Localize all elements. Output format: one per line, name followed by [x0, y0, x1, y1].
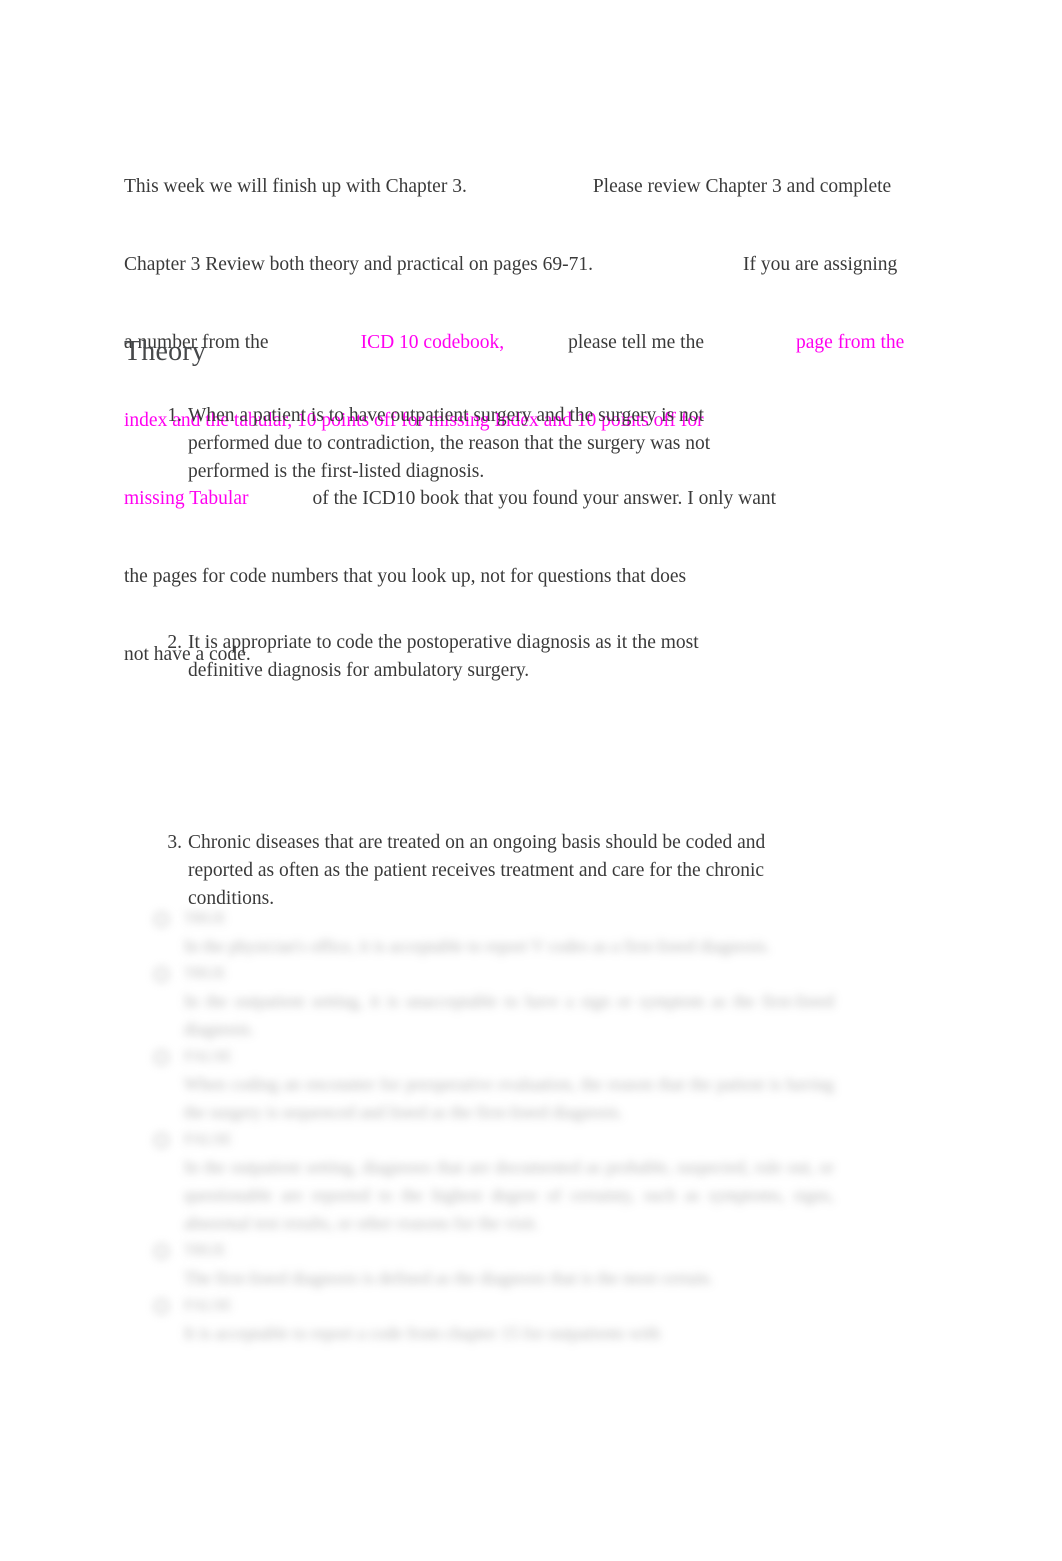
question-item-3: 3. Chronic diseases that are treated on …: [152, 829, 772, 913]
question-item-2: 2. It is appropriate to code the postope…: [152, 629, 772, 685]
intro-line-1-a: This week we will finish up with Chapter…: [124, 176, 467, 197]
intro-line-1-b: Please review Chapter 3 and complete: [592, 176, 892, 197]
option-row: In the outpatient setting, diagnoses tha…: [124, 1153, 884, 1237]
option-body: In the outpatient setting, diagnoses tha…: [184, 1157, 834, 1233]
intro-line-3: a number from the ICD 10 codebook, please …: [124, 330, 904, 356]
radio-icon: [154, 912, 169, 927]
option-row: FALSE: [124, 1126, 884, 1153]
intro-highlight-missing-tabular: missing Tabular: [124, 488, 249, 509]
option-label: FALSE: [184, 1048, 232, 1065]
option-row: When coding an encounter for preoperativ…: [124, 1070, 884, 1126]
question-number-3: 3.: [167, 832, 182, 853]
option-row: It is acceptable to report a code from c…: [124, 1319, 884, 1347]
option-body: In the physician's office, it is accepta…: [184, 936, 771, 956]
option-row: FALSE: [124, 1292, 884, 1319]
intro-line-5: missing Tabular of the ICD10 book that yo…: [124, 486, 884, 512]
question-number-1: 1.: [167, 405, 182, 426]
radio-icon: [154, 1050, 169, 1065]
intro-highlight-page-from-the: page from the: [796, 332, 905, 353]
option-row: TRUE: [124, 1237, 884, 1264]
obscured-answer-options: TRUE In the physician's office, it is ac…: [124, 905, 884, 1470]
option-label: TRUE: [184, 1242, 226, 1259]
intro-line-5-b: of the ICD10 book that you found your an…: [312, 488, 777, 509]
option-row: TRUE: [124, 960, 884, 987]
option-body: When coding an encounter for preoperativ…: [184, 1074, 834, 1122]
option-body: It is acceptable to report a code from c…: [184, 1323, 661, 1343]
radio-icon: [154, 1133, 169, 1148]
intro-line-6: the pages for code numbers that you look…: [124, 566, 687, 587]
radio-icon: [154, 1244, 169, 1259]
radio-icon: [154, 1299, 169, 1314]
option-row: The first-listed diagnosis is defined as…: [124, 1264, 884, 1292]
question-text-1: When a patient is to have outpatient sur…: [188, 405, 711, 482]
intro-line-1: This week we will finish up with Chapter…: [124, 174, 891, 200]
option-body: In the outpatient setting, it is unaccep…: [184, 991, 834, 1039]
question-number-2: 2.: [167, 632, 182, 653]
option-body: The first-listed diagnosis is defined as…: [184, 1268, 714, 1288]
option-label: FALSE: [184, 1131, 232, 1148]
intro-highlight-codebook: ICD 10 codebook,: [360, 332, 505, 353]
intro-line-2: Chapter 3 Review both theory and practic…: [124, 252, 897, 278]
theory-heading: Theory: [124, 336, 207, 367]
option-label: TRUE: [184, 965, 226, 982]
intro-line-2-b: If you are assigning: [742, 254, 898, 275]
intro-line-3-b: please tell me the: [568, 332, 705, 353]
option-label: FALSE: [184, 1297, 232, 1314]
option-row: FALSE: [124, 1043, 884, 1070]
question-text-2: It is appropriate to code the postoperat…: [188, 632, 699, 681]
question-item-1: 1. When a patient is to have outpatient …: [152, 402, 772, 486]
option-row: In the physician's office, it is accepta…: [124, 932, 884, 960]
question-text-3: Chronic diseases that are treated on an …: [188, 832, 766, 909]
option-row: In the outpatient setting, it is unaccep…: [124, 987, 884, 1043]
document-page: This week we will finish up with Chapter…: [0, 0, 1062, 1561]
intro-line-2-a: Chapter 3 Review both theory and practic…: [124, 254, 593, 275]
radio-icon: [154, 967, 169, 982]
